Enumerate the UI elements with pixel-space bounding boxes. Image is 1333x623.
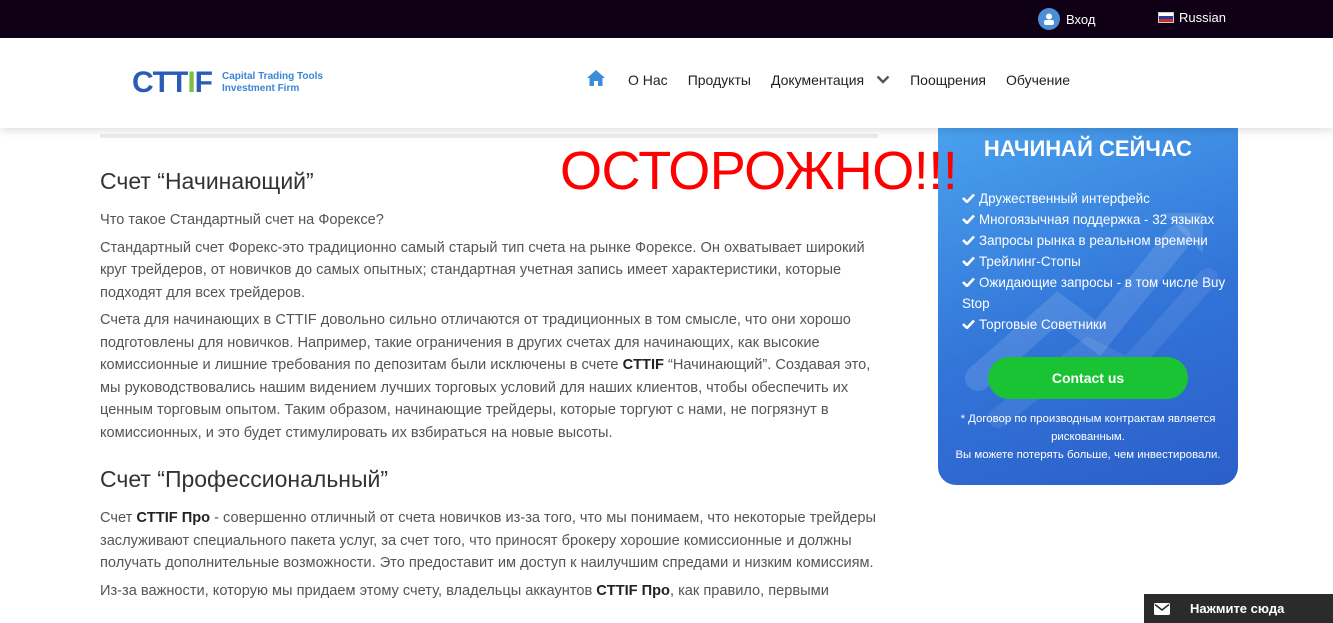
nav-menu: О Нас Продукты Документация Поощрения Об… [586, 69, 1090, 90]
nav-item-documentation-label: Документация [770, 71, 865, 88]
paragraph: Из-за важности, которую мы придаем этому… [100, 580, 878, 603]
brand-logo[interactable]: CTTIF Capital Trading Tools Investment F… [132, 68, 323, 98]
feature-label: Ожидающие запросы - в том числе Buy Stop [962, 275, 1226, 311]
envelope-icon [1144, 602, 1180, 615]
brand-mention: CTTIF Про [596, 582, 670, 599]
check-icon [962, 277, 975, 287]
brand-mention: CTTIF [622, 357, 664, 373]
check-icon [962, 319, 975, 329]
list-item: Трейлинг-Стопы [962, 251, 1238, 272]
text-span: Из-за важности, которую мы придаем этому… [100, 582, 597, 599]
russia-flag-icon [1158, 12, 1174, 23]
brand-mention: CTTIF Про [136, 510, 211, 526]
disclaimer-line: Вы можете потерять больше, чем инвестиро… [955, 449, 1221, 461]
home-icon[interactable] [586, 69, 606, 90]
warning-text: ОСТОРОЖНО!!! [560, 141, 958, 201]
language-label: Russian [1179, 10, 1226, 25]
check-icon [962, 235, 975, 245]
logo-tagline-line1: Capital Trading Tools [222, 71, 323, 82]
list-item: Торговые Советники [962, 314, 1238, 335]
contact-us-button[interactable]: Contact us [988, 357, 1188, 399]
risk-disclaimer: * Договор по производным контрактам явля… [938, 410, 1238, 464]
user-lock-icon [1038, 8, 1060, 30]
text-span: - совершенно отличный от счета новичков … [100, 510, 876, 571]
nav-item-documentation[interactable]: Документация [771, 72, 890, 88]
main-navbar: CTTIF Capital Trading Tools Investment F… [0, 38, 1333, 128]
chat-label: Нажмите сюда [1190, 601, 1285, 616]
nav-item-rewards[interactable]: Поощрения [910, 72, 986, 88]
logo-accent-letter: I [187, 66, 195, 99]
login-link[interactable]: Вход [1038, 8, 1095, 30]
promo-title: НАЧИНАЙ СЕЙЧАС [983, 136, 1193, 161]
nav-item-education[interactable]: Обучение [1006, 72, 1070, 88]
language-selector[interactable]: Russian [1158, 10, 1226, 25]
logo-tagline-line2: Investment Firm [222, 83, 300, 94]
text-span: , как правило, первыми [669, 582, 829, 599]
feature-label: Дружественный интерфейс [979, 191, 1150, 206]
paragraph: Счета для начинающих в CTTIF довольно си… [100, 309, 878, 444]
check-icon [962, 193, 975, 203]
disclaimer-line: рискованным. [1051, 431, 1125, 443]
check-icon [962, 214, 975, 224]
promo-card: НАЧИНАЙ СЕЙЧАС Дружественный интерфейс М… [938, 118, 1238, 485]
feature-list: Дружественный интерфейс Многоязычная под… [962, 188, 1238, 335]
list-item: Многоязычная поддержка - 32 языках [962, 209, 1238, 230]
chevron-down-icon [876, 75, 890, 84]
list-item: Запросы рынка в реальном времени [962, 230, 1238, 251]
login-label: Вход [1066, 11, 1096, 27]
feature-label: Трейлинг-Стопы [979, 254, 1081, 269]
feature-label: Торговые Советники [979, 317, 1107, 332]
list-item: Ожидающие запросы - в том числе Buy Stop [962, 272, 1238, 314]
section-title-professional: Счет “Профессиональный” [100, 466, 389, 492]
top-bar: Вход Russian [0, 0, 1333, 38]
feature-label: Многоязычная поддержка - 32 языках [979, 212, 1215, 227]
text-span: Счет [100, 510, 137, 526]
content-divider [100, 134, 878, 138]
article-content: Счет “Начинающий” Что такое Стандартный … [100, 150, 878, 607]
disclaimer-line: * Договор по производным контрактам явля… [960, 413, 1216, 425]
feature-label: Запросы рынка в реальном времени [979, 233, 1208, 248]
paragraph: Что такое Стандартный счет на Форексе? [100, 212, 384, 228]
chat-widget[interactable]: Нажмите сюда [1144, 594, 1333, 623]
paragraph: Стандартный счет Форекс-это традиционно … [100, 239, 865, 301]
check-icon [962, 256, 975, 266]
paragraph: Счет CTTIF Про - совершенно отличный от … [100, 507, 878, 575]
nav-item-about[interactable]: О Нас [628, 72, 668, 88]
logo-tagline: Capital Trading Tools Investment Firm [222, 71, 323, 95]
logo-mark: CTTIF [132, 66, 213, 99]
nav-item-products[interactable]: Продукты [688, 72, 751, 88]
list-item: Дружественный интерфейс [962, 188, 1238, 209]
